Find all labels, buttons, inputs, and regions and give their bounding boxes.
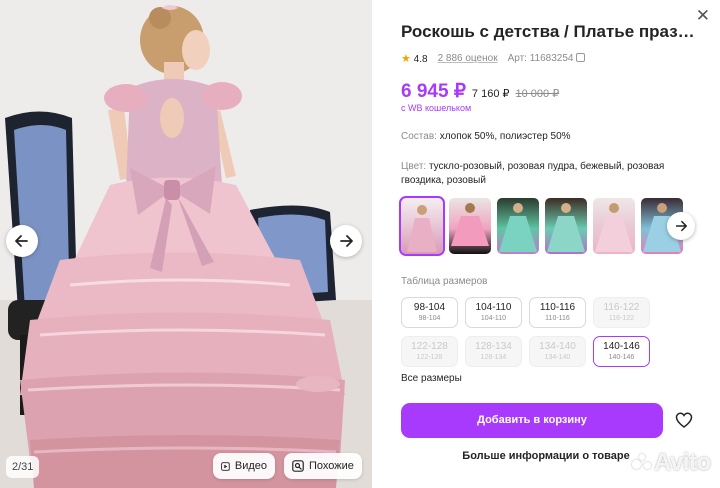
size-option-unavailable: 116-122 116-122 <box>593 297 650 328</box>
size-option[interactable]: 110-116 110-116 <box>529 297 586 328</box>
rating-value: 4.8 <box>413 54 428 65</box>
article-number: Арт: 11683254 <box>507 53 574 64</box>
product-details-panel: ✕ Роскошь с детства / Платье праздничное… <box>372 0 720 488</box>
watermark-text: Avito <box>654 449 711 476</box>
composition-label: Состав: <box>401 131 437 142</box>
size-sub: 104-110 <box>480 315 507 322</box>
size-option[interactable]: 98-104 98-104 <box>401 297 458 328</box>
thumbs-next-button[interactable] <box>667 212 695 240</box>
avito-logo-icon <box>632 454 652 472</box>
size-option-unavailable: 128-134 128-134 <box>465 336 522 367</box>
add-to-cart-button[interactable]: Добавить в корзину <box>401 403 663 438</box>
color-thumb-5[interactable] <box>593 198 635 254</box>
size-option[interactable]: 104-110 104-110 <box>465 297 522 328</box>
size-sub: 110-116 <box>545 315 570 322</box>
product-photo <box>0 0 372 488</box>
thumb-image <box>595 203 633 252</box>
arrow-right-icon <box>675 220 688 232</box>
image-search-icon <box>292 460 304 472</box>
price-row: 6 945 ₽ 7 160 ₽ 10 000 ₽ <box>401 80 559 103</box>
reviews-link[interactable]: 2 886 оценок <box>438 53 498 64</box>
product-title: Роскошь с детства / Платье праздничное <box>401 22 701 41</box>
thumb-image <box>499 203 537 252</box>
image-counter: 2/31 <box>6 456 40 478</box>
arrow-left-icon <box>15 235 28 247</box>
color-thumb-4[interactable] <box>545 198 587 254</box>
size-table-link[interactable]: Таблица размеров <box>401 276 487 287</box>
next-image-button[interactable] <box>330 225 362 257</box>
price-old: 10 000 ₽ <box>515 88 560 100</box>
size-sub: 98-104 <box>418 315 441 322</box>
heart-icon <box>675 412 693 428</box>
composition-value: хлопок 50%, полиэстер 50% <box>439 131 571 142</box>
price-wallet: 6 945 ₽ <box>401 81 466 102</box>
star-icon: ★ <box>401 53 411 65</box>
size-main: 104-110 <box>475 302 512 313</box>
composition: Состав: хлопок 50%, полиэстер 50% <box>401 131 571 142</box>
prev-image-button[interactable] <box>6 225 38 257</box>
rating: ★ 4.8 <box>401 52 428 65</box>
size-grid: 98-104 98-104 104-110 104-110 110-116 110-1… <box>401 297 650 367</box>
wallet-note[interactable]: с WB кошельком <box>401 103 471 113</box>
size-main: 110-116 <box>539 302 576 313</box>
size-main: 140-146 <box>603 341 640 352</box>
color-thumb-1[interactable] <box>399 196 445 256</box>
favorite-button[interactable] <box>673 409 695 431</box>
size-sub: 122-128 <box>416 354 443 361</box>
thumb-image <box>547 203 585 252</box>
size-sub: 128-134 <box>480 354 507 361</box>
color-thumb-3[interactable] <box>497 198 539 254</box>
copy-icon[interactable] <box>576 53 586 62</box>
size-main: 134-140 <box>539 341 576 352</box>
price-current: 7 160 ₽ <box>471 88 510 100</box>
thumb-image <box>407 205 437 252</box>
all-sizes-link[interactable]: Все размеры <box>401 373 462 384</box>
play-icon <box>221 461 230 471</box>
size-main: 128-134 <box>475 341 512 352</box>
article: Арт: 11683254 <box>508 53 586 64</box>
thumb-image <box>451 203 489 246</box>
colors: Цвет: тускло-розовый, розовая пудра, беж… <box>401 160 701 188</box>
avito-watermark: Avito <box>632 449 711 477</box>
size-option-unavailable: 134-140 134-140 <box>529 336 586 367</box>
size-main: 116-122 <box>603 302 640 313</box>
colors-value: тускло-розовый, розовая пудра, бежевый, … <box>401 161 665 186</box>
colors-label: Цвет: <box>401 161 427 172</box>
size-main: 122-128 <box>411 341 448 352</box>
size-sub: 140-146 <box>608 354 635 361</box>
product-image-gallery[interactable]: 2/31 Видео Похожие <box>0 0 372 488</box>
similar-button-label: Похожие <box>309 460 354 472</box>
similar-button[interactable]: Похожие <box>284 453 362 479</box>
product-meta: ★ 4.8 2 886 оценок Арт: 11683254 <box>401 52 586 65</box>
size-sub: 134-140 <box>544 354 571 361</box>
arrow-right-icon <box>340 235 353 247</box>
size-main: 98-104 <box>413 302 446 313</box>
size-option-unavailable: 122-128 122-128 <box>401 336 458 367</box>
size-option-selected[interactable]: 140-146 140-146 <box>593 336 650 367</box>
color-thumb-2[interactable] <box>449 198 491 254</box>
video-button-label: Видео <box>234 460 267 472</box>
size-sub: 116-122 <box>608 315 635 322</box>
video-button[interactable]: Видео <box>213 453 275 479</box>
color-thumbnails <box>399 196 683 256</box>
